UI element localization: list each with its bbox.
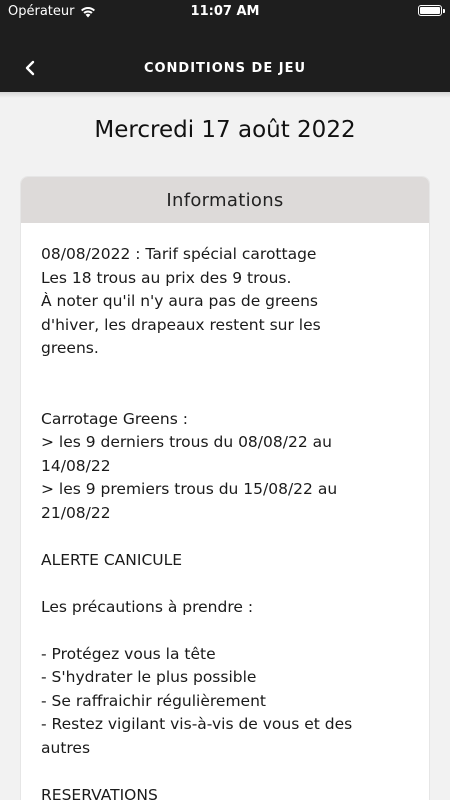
list-item: - Restez vigilant vis-à-vis de vous et d… [41, 715, 353, 733]
info-line: > les 9 premiers trous du 15/08/22 au [41, 480, 338, 498]
info-line: greens. [41, 339, 99, 357]
alert-heading: ALERTE CANICULE [41, 550, 183, 569]
status-time: 11:07 AM [190, 4, 260, 19]
info-line: À noter qu'il n'y aura pas de greens [41, 292, 319, 310]
info-line: d'hiver, les drapeaux restent sur les [41, 315, 321, 334]
status-bar: Opérateur 11:07 AM [0, 0, 450, 26]
list-item: autres [41, 738, 91, 757]
info-line: 21/08/22 [41, 503, 111, 522]
list-item: - Protégez vous la tête [41, 644, 216, 663]
info-line: Les précautions à prendre : [41, 597, 254, 616]
date-heading: Mercredi 17 août 2022 [94, 117, 356, 143]
top-bar: Opérateur 11:07 AM CONDITIONS DE JEU [0, 0, 450, 92]
card-body: 08/08/2022 : Tarif spécial carottage Les… [21, 223, 429, 800]
screen: Opérateur 11:07 AM CONDITIONS DE JEU Mer… [0, 0, 450, 800]
reservations-heading: RESERVATIONS [41, 785, 158, 800]
information-card: Informations 08/08/2022 : Tarif spécial … [21, 177, 429, 800]
info-line: > les 9 derniers trous du 08/08/22 au [41, 433, 332, 451]
info-line: Carrotage Greens : [41, 409, 188, 428]
info-line: Les 18 trous au prix des 9 trous. [41, 268, 292, 287]
battery-icon [418, 5, 445, 16]
navigation-bar: CONDITIONS DE JEU [0, 44, 450, 92]
list-item: - Se raffraichir régulièrement [41, 691, 266, 710]
list-item: - S'hydrater le plus possible [41, 668, 257, 686]
card-header: Informations [21, 177, 429, 223]
info-line: 08/08/2022 : Tarif spécial carottage [41, 245, 317, 263]
page-title: CONDITIONS DE JEU [143, 61, 307, 76]
header-shadow [0, 92, 450, 98]
info-line: 14/08/22 [41, 456, 111, 475]
